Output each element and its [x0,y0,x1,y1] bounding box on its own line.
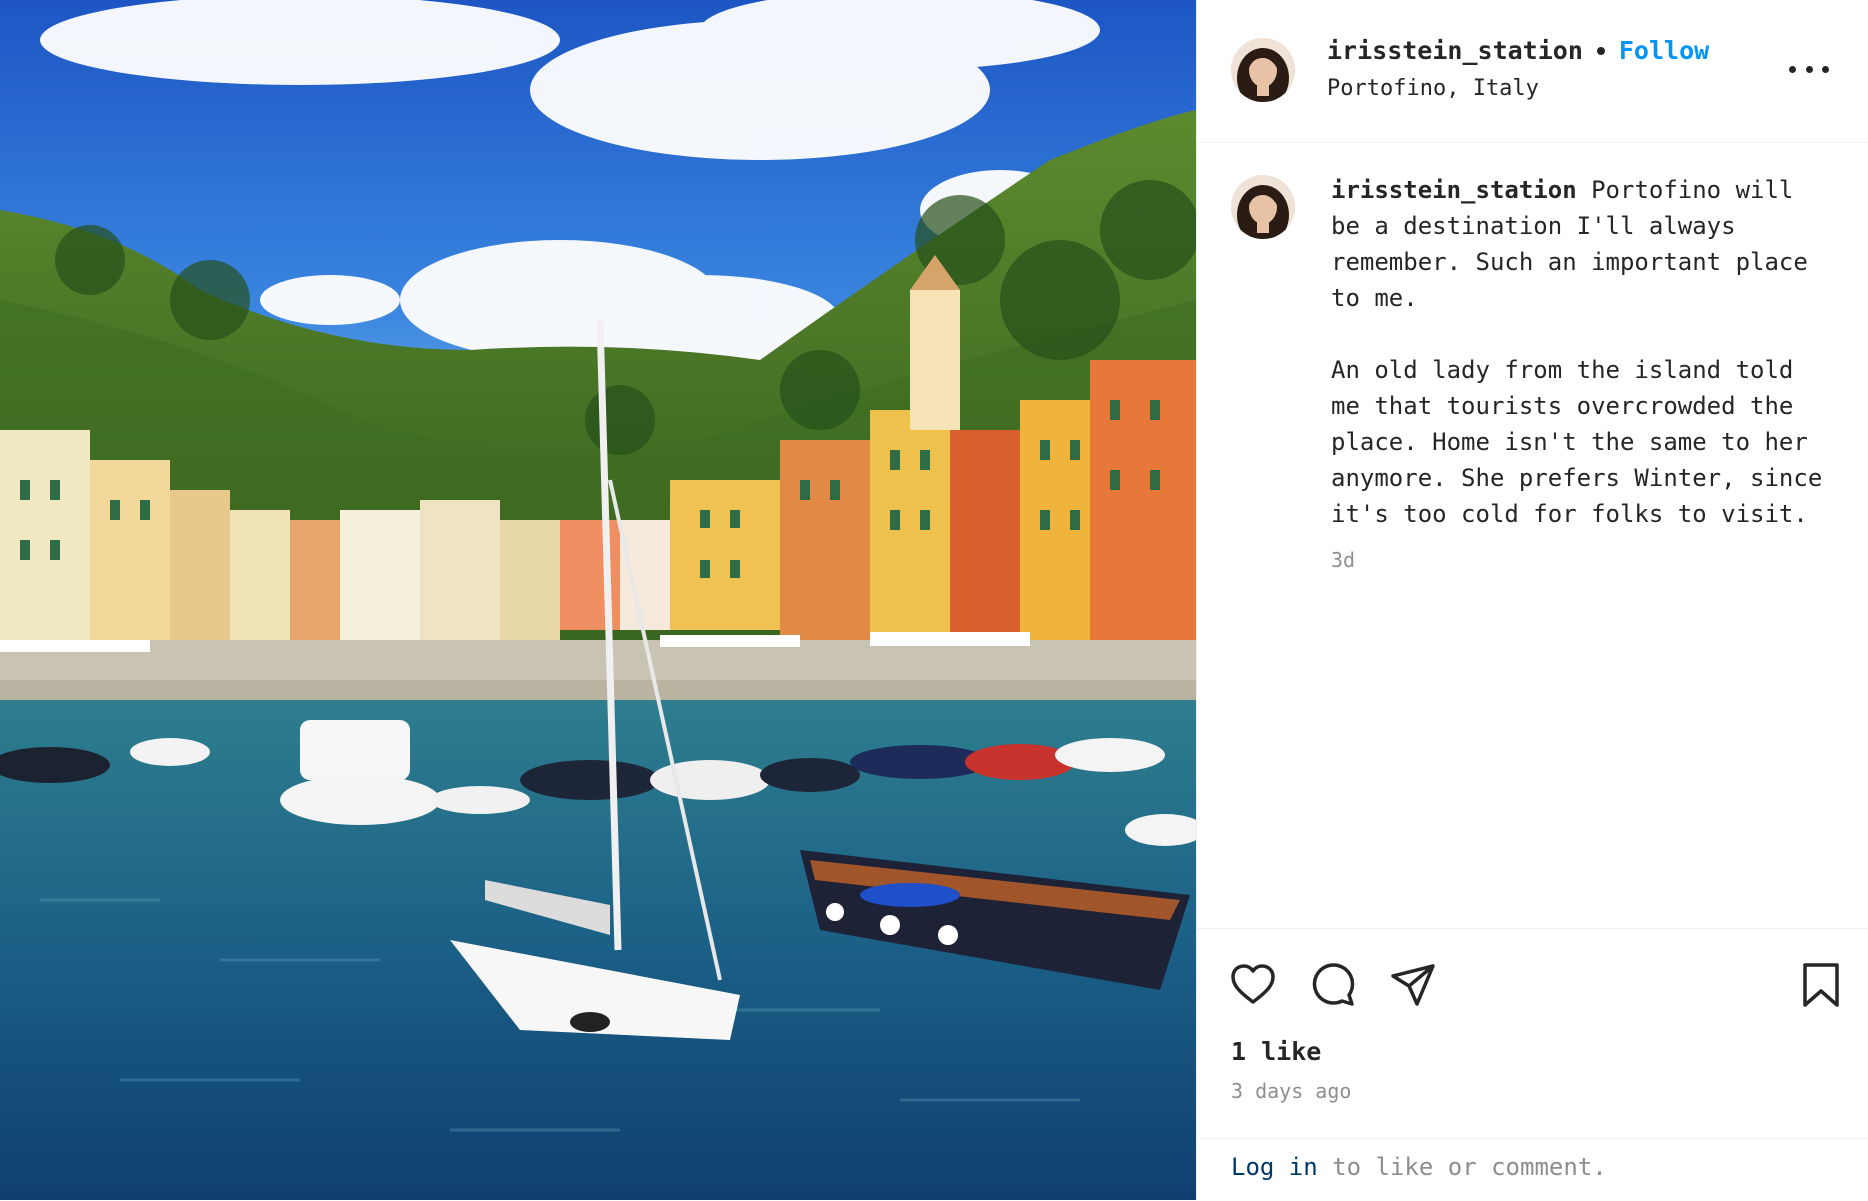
harbor-photo [0,0,1196,1200]
caption-text: Portofino will be a destination I'll alw… [1331,176,1823,528]
login-prompt-text: Log in to like or comment. [1231,1153,1607,1181]
like-count[interactable]: 1 like [1231,1037,1321,1066]
comments-area: irisstein_station Portofino will be a de… [1197,142,1868,928]
caption: irisstein_station Portofino will be a de… [1331,172,1831,532]
heart-icon[interactable] [1227,959,1279,1011]
profile-photo [1231,175,1295,239]
post-container: irisstein_station Follow Portofino, Ital… [0,0,1868,1200]
separator-dot [1596,46,1605,55]
caption-avatar[interactable] [1231,175,1295,239]
profile-photo [1231,38,1295,102]
more-dot [1822,65,1829,73]
action-bar: 1 like 3 days ago [1197,928,1868,1139]
post-date: 3 days ago [1231,1079,1352,1103]
more-dot [1789,65,1796,73]
comment-icon[interactable] [1307,959,1359,1011]
login-prompt: Log in to like or comment. [1197,1138,1868,1201]
caption-username[interactable]: irisstein_station [1331,176,1577,204]
avatar[interactable] [1231,38,1295,102]
follow-button[interactable]: Follow [1619,36,1709,65]
bookmark-icon[interactable] [1795,959,1847,1011]
more-dot [1805,65,1813,73]
header-username[interactable]: irisstein_station [1327,36,1583,65]
post-header: irisstein_station Follow Portofino, Ital… [1197,0,1868,143]
post-sidebar: irisstein_station Follow Portofino, Ital… [1196,0,1868,1200]
share-icon[interactable] [1387,959,1439,1011]
login-link[interactable]: Log in [1231,1153,1318,1181]
caption-timestamp: 3d [1331,548,1356,572]
header-user-line: irisstein_station Follow [1327,36,1709,65]
login-prompt-rest: to like or comment. [1317,1153,1607,1181]
location-link[interactable]: Portofino, Italy [1327,76,1539,101]
more-horizontal-icon[interactable] [1789,54,1829,84]
post-photo[interactable] [0,0,1196,1200]
